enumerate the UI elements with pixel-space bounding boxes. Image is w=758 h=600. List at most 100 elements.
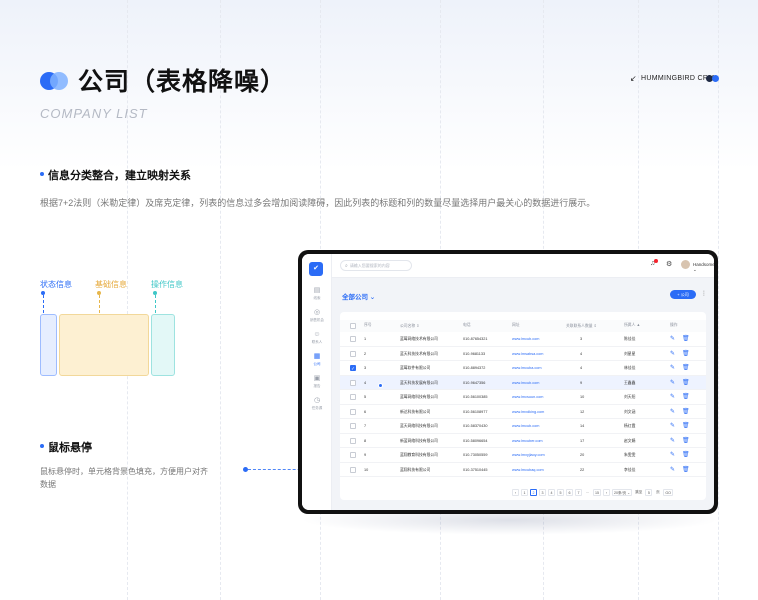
- row-checkbox[interactable]: [350, 437, 356, 444]
- edit-icon[interactable]: ✎: [670, 350, 675, 357]
- legend-stem: [43, 295, 44, 313]
- row-checkbox[interactable]: [350, 423, 356, 429]
- table-cell-name: 新蓝网络科技有限公司: [400, 438, 438, 443]
- table-cell-site[interactable]: www.lmcub.com: [512, 381, 539, 385]
- list-icon: ▤: [313, 287, 321, 294]
- table-cell-site[interactable]: www.lmcuber.com: [512, 439, 543, 443]
- select-all-checkbox[interactable]: [350, 323, 356, 329]
- row-checkbox[interactable]: [350, 452, 356, 458]
- table-row[interactable]: 1 蓝莓网络技术有限公司 010-87654321 www.lmcub.com 3 陈佳佳…: [340, 332, 706, 347]
- search-input[interactable]: ⌕ 请输入您要搜索的内容: [340, 260, 412, 271]
- table-cell-count: 22: [580, 467, 585, 472]
- table-cell-site[interactable]: www.lmcubaq.com: [512, 468, 544, 472]
- column-header[interactable]: 序号: [364, 323, 372, 328]
- edit-icon[interactable]: ✎: [670, 335, 675, 342]
- trash-icon[interactable]: 🗑: [682, 379, 690, 386]
- edit-icon[interactable]: ✎: [670, 408, 675, 415]
- next-page-button[interactable]: ›: [603, 488, 610, 496]
- page-item[interactable]: 20条/页 ⌄: [612, 488, 633, 496]
- arrow-icon: ↙: [630, 74, 638, 83]
- legend-action-label: 操作信息: [151, 280, 183, 289]
- trash-icon[interactable]: 🗑: [682, 350, 690, 357]
- sidebar-item-companies[interactable]: ▦ 公司: [302, 352, 332, 367]
- page-item[interactable]: 15: [593, 488, 601, 496]
- edit-icon[interactable]: ✎: [670, 466, 675, 473]
- column-header[interactable]: 公司名称 ⇕: [400, 323, 419, 329]
- table-cell-owner: 王鑫鑫: [624, 380, 636, 385]
- edit-icon[interactable]: ✎: [670, 379, 675, 386]
- company-filter-dropdown[interactable]: 全部公司 ⌄: [342, 291, 375, 301]
- page-item[interactable]: 7: [575, 488, 582, 496]
- edit-icon[interactable]: ✎: [670, 451, 675, 458]
- table-cell-site[interactable]: www.lmcub.com: [512, 424, 539, 428]
- table-row[interactable]: 9 蓝翔教育科技有限公司 010-73050559 www.lmxyjiaoy.com…: [340, 448, 706, 463]
- table-row[interactable]: 2 蓝天科技技术有限公司 010-9681133 www.lmsabsa.com 4 刘星…: [340, 347, 706, 361]
- avatar[interactable]: [681, 260, 690, 269]
- row-checkbox[interactable]: [350, 394, 356, 400]
- table-row[interactable]: 6 新达科技有限公司 010-56108977 www.lmxdking.com 12 刘…: [340, 405, 706, 419]
- page-item[interactable]: 6: [566, 488, 573, 496]
- table-row[interactable]: 8 新蓝网络科技有限公司 010-58096654 www.lmcuber.com 17…: [340, 434, 706, 448]
- table-cell-site[interactable]: www.lmsabsa.com: [512, 352, 543, 356]
- table-row[interactable]: 7 蓝天网络科技有限公司 010-58370430 www.lmcub.com 14 杨红…: [340, 419, 706, 434]
- user-menu[interactable]: Handsome_om ⌄: [693, 262, 714, 273]
- prev-page-button[interactable]: ‹: [512, 488, 519, 496]
- trash-icon[interactable]: 🗑: [682, 393, 690, 400]
- table-cell-site[interactable]: www.lmxyjiaoy.com: [512, 453, 545, 457]
- trash-icon[interactable]: 🗑: [682, 364, 690, 371]
- app-logo-icon[interactable]: ✔: [309, 262, 323, 276]
- page-item[interactable]: 4: [548, 488, 555, 496]
- table-cell-owner: 林佳佳: [624, 366, 636, 370]
- page-item[interactable]: 2: [530, 488, 537, 496]
- table-cell-site[interactable]: www.lmcuba.com: [512, 366, 542, 370]
- sidebar-item-tasks[interactable]: ◷ 任务源: [302, 396, 332, 411]
- table-row[interactable]: 5 蓝莓网络科技有限公司 010-56100385 www.lmcsuun.com 10…: [340, 390, 706, 405]
- column-header[interactable]: 所属人 ▲: [624, 323, 640, 328]
- row-checkbox[interactable]: [350, 336, 356, 342]
- add-company-button[interactable]: + 公司: [670, 290, 696, 299]
- app-content: 全部公司 ⌄ + 公司 ⋮ 序号 公司名称 ⇕ 电话 网址 关联联系人数量 ⇕ …: [332, 278, 714, 510]
- trash-icon[interactable]: 🗑: [682, 466, 690, 473]
- page-item[interactable]: 5: [557, 488, 564, 496]
- row-checkbox[interactable]: [350, 408, 356, 415]
- edit-icon[interactable]: ✎: [670, 422, 675, 429]
- table-cell-site[interactable]: www.lmxdking.com: [512, 410, 544, 414]
- column-header[interactable]: 关联联系人数量 ⇕: [566, 323, 597, 329]
- table-row[interactable]: ✓ 3 蓝莓软件有限公司 010-8894372 www.lmcuba.com 4 林佳佳 ✎…: [340, 361, 706, 376]
- edit-icon[interactable]: ✎: [670, 437, 675, 444]
- edit-icon[interactable]: ✎: [670, 364, 675, 371]
- table-cell-no: 8: [364, 438, 367, 443]
- sidebar-item-label: 报告: [313, 384, 321, 388]
- trash-icon[interactable]: 🗑: [682, 408, 690, 415]
- page-item[interactable]: 5: [645, 488, 653, 496]
- sidebar-item-contacts[interactable]: ☺ 联系人: [302, 330, 332, 345]
- trash-icon[interactable]: 🗑: [682, 451, 690, 458]
- page-item[interactable]: 1: [521, 488, 528, 496]
- row-checkbox[interactable]: ✓: [350, 365, 356, 371]
- sidebar-item-opportunities[interactable]: ◎ 销售机会: [302, 308, 332, 323]
- table-cell-site[interactable]: www.lmcub.com: [512, 337, 539, 341]
- trash-icon[interactable]: 🗑: [682, 335, 690, 342]
- trash-icon[interactable]: 🗑: [682, 437, 690, 444]
- trash-icon[interactable]: 🗑: [682, 422, 690, 429]
- table-cell-phone: 010-37510445: [463, 467, 488, 472]
- column-header[interactable]: 电话: [463, 323, 471, 328]
- page-item[interactable]: 3: [539, 488, 546, 496]
- table-cell-name: 蓝莓网络技术有限公司: [400, 337, 438, 341]
- legend-basic-block: [59, 314, 149, 376]
- more-icon[interactable]: ⋮: [701, 290, 707, 297]
- search-placeholder: 请输入您要搜索的内容: [349, 263, 390, 268]
- sidebar-item-reports[interactable]: ▣ 报告: [302, 374, 332, 389]
- row-checkbox[interactable]: [350, 350, 356, 357]
- page-item[interactable]: GO: [663, 488, 673, 496]
- table-cell-phone: 010-8894372: [463, 366, 486, 370]
- edit-icon[interactable]: ✎: [670, 393, 675, 400]
- table-cell-site[interactable]: www.lmcsuun.com: [512, 395, 543, 399]
- sidebar-item-leads[interactable]: ▤ 线索: [302, 286, 332, 301]
- column-header[interactable]: 网址: [512, 323, 520, 328]
- table-row[interactable]: 10 蓝翔科技有限公司 010-37510445 www.lmcubaq.com 22 李…: [340, 463, 706, 477]
- table-row[interactable]: 4 蓝天科技发展有限公司 010-9647356 www.lmcub.com 9 王鑫鑫 ✎…: [340, 375, 706, 390]
- row-checkbox[interactable]: [350, 466, 356, 473]
- gear-icon[interactable]: ⚙: [666, 260, 672, 268]
- row-checkbox[interactable]: [350, 379, 356, 386]
